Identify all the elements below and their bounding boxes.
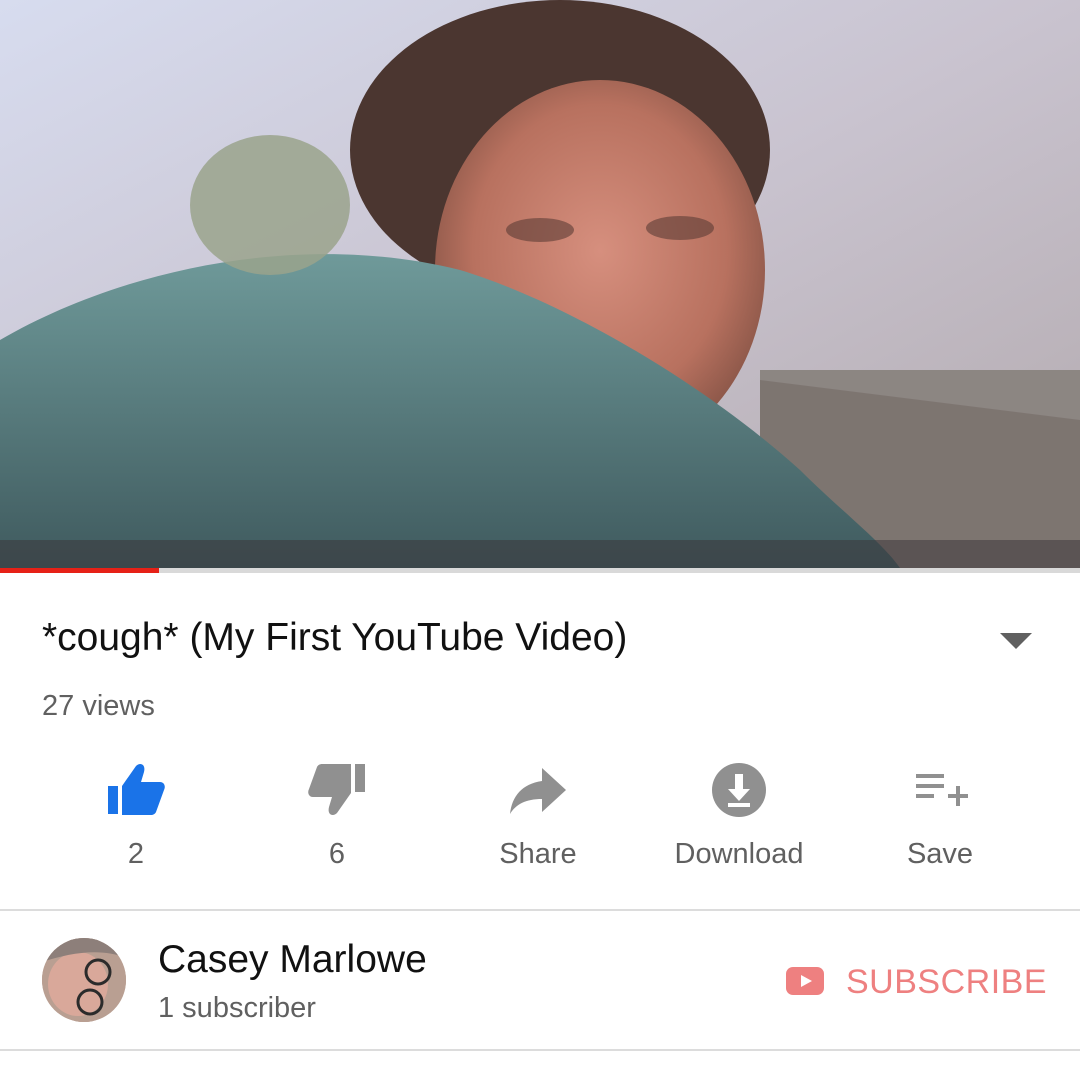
video-progress-bar[interactable]: [0, 568, 1080, 573]
share-button[interactable]: Share: [438, 760, 638, 880]
like-button[interactable]: 2: [36, 760, 236, 880]
chevron-down-icon[interactable]: [997, 630, 1035, 652]
dislike-count: 6: [328, 838, 346, 870]
video-title: *cough* (My First YouTube Video): [42, 616, 628, 659]
video-progress-fill: [0, 568, 159, 573]
view-count: 27 views: [42, 690, 155, 722]
thumbs-up-icon: [108, 764, 165, 815]
video-frame-image: [0, 0, 1080, 568]
thumbs-down-icon: [308, 764, 365, 815]
download-button[interactable]: Download: [639, 760, 839, 880]
youtube-play-icon: [786, 967, 824, 995]
dislike-button[interactable]: 6: [237, 760, 437, 880]
download-label: Download: [674, 838, 804, 870]
like-count: 2: [127, 838, 145, 870]
divider: [0, 1049, 1080, 1051]
download-icon: [712, 763, 766, 817]
channel-name[interactable]: Casey Marlowe: [158, 938, 427, 982]
avatar-image: [42, 938, 126, 1022]
subscribe-button[interactable]: SUBSCRIBE: [780, 955, 1050, 1009]
divider: [0, 909, 1080, 911]
action-bar: 2 6 Share Download Save: [36, 760, 1044, 880]
share-arrow-icon: [510, 768, 566, 814]
playlist-add-icon: [916, 774, 968, 806]
watch-page: *cough* (My First YouTube Video) 27 view…: [0, 0, 1080, 1080]
save-label: Save: [906, 838, 974, 870]
channel-avatar[interactable]: [42, 938, 126, 1022]
save-button[interactable]: Save: [840, 760, 1040, 880]
subscriber-count: 1 subscriber: [158, 992, 316, 1024]
share-label: Share: [499, 838, 577, 870]
subscribe-label: SUBSCRIBE: [846, 963, 1047, 1001]
video-player[interactable]: [0, 0, 1080, 568]
